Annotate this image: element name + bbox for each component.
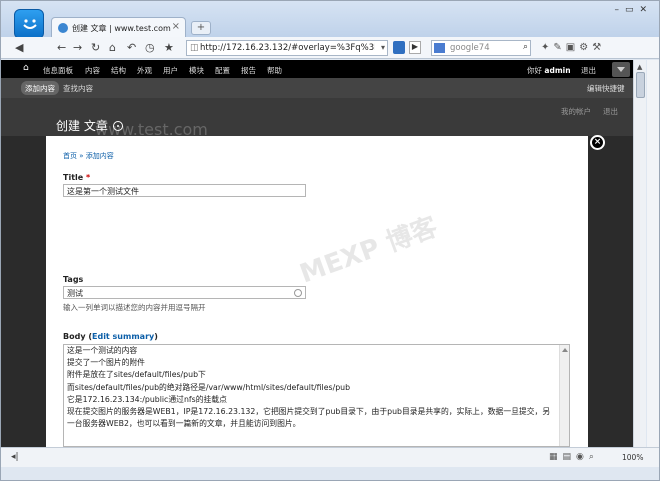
body-label: Body (Edit summary) bbox=[63, 332, 158, 341]
home-icon[interactable]: ⌂ bbox=[109, 41, 116, 54]
search-icon[interactable]: ⌕ bbox=[523, 42, 528, 52]
body-textarea[interactable]: 这是一个测试的内容 提交了一个图片的附件 附件是放在了sites/default… bbox=[63, 344, 570, 447]
window-bottom-edge bbox=[1, 467, 659, 480]
admin-menu-appearance[interactable]: 外观 bbox=[137, 65, 152, 76]
puzzle-icon[interactable]: ✦ bbox=[541, 42, 553, 53]
admin-menu-help[interactable]: 帮助 bbox=[267, 65, 282, 76]
status-icons[interactable]: ▦▤◉⌕ bbox=[549, 452, 599, 462]
sidebar-toggle-icon[interactable]: ◂| bbox=[11, 452, 19, 462]
admin-toolbar: ⌂ 信息面板 内容 结构 外观 用户 模块 配置 报告 帮助 你好 admin … bbox=[1, 60, 633, 78]
window-edge bbox=[647, 60, 659, 447]
tab-favicon-icon bbox=[58, 23, 68, 33]
admin-menu-dashboard[interactable]: 信息面板 bbox=[43, 65, 73, 76]
window-controls[interactable]: –▭✕ bbox=[614, 5, 653, 15]
title-input[interactable]: 这是第一个测试文件 bbox=[63, 184, 306, 197]
tab-close-icon[interactable]: × bbox=[172, 21, 180, 32]
undo-icon[interactable]: ↶ bbox=[127, 41, 136, 54]
shortcut-bar: 添加内容 查找内容 编辑快捷键 bbox=[1, 78, 633, 98]
settings-icon[interactable]: ⚙ bbox=[579, 42, 592, 53]
tool-icon[interactable]: ✎ bbox=[553, 42, 565, 53]
url-dropdown-icon[interactable]: ▾ bbox=[381, 43, 385, 52]
title-bar: 创建 文章 | www.test.com × + –▭✕ bbox=[1, 1, 659, 39]
site-logout-link[interactable]: 退出 bbox=[603, 106, 618, 117]
shortcut-add-content[interactable]: 添加内容 bbox=[21, 81, 59, 95]
tab-title: 创建 文章 | www.test.com bbox=[72, 24, 171, 33]
new-tab-button[interactable]: + bbox=[191, 21, 211, 35]
tags-input[interactable]: 测试 bbox=[63, 286, 306, 299]
body-line: 这是一个测试的内容 bbox=[67, 346, 138, 355]
admin-menu-config[interactable]: 配置 bbox=[215, 65, 230, 76]
scroll-thumb[interactable] bbox=[636, 72, 645, 98]
add-shortcut-icon[interactable] bbox=[112, 121, 123, 131]
body-line: 而sites/default/files/pub的绝对路径是/var/www/h… bbox=[67, 382, 351, 392]
page-icon[interactable]: ▤ bbox=[563, 452, 577, 462]
breadcrumb[interactable]: 首页 » 添加内容 bbox=[63, 151, 114, 161]
browser-logo-icon bbox=[14, 9, 44, 39]
browser-toolbar: ◀ ← → ↻ ⌂ ↶ ◷ ★ ◫ http://172.16.23.132/#… bbox=[1, 37, 659, 59]
tags-description: 输入一列单词以描述您的内容并用逗号隔开 bbox=[63, 303, 206, 312]
shortcut-find-content[interactable]: 查找内容 bbox=[63, 83, 93, 94]
admin-menu-structure[interactable]: 结构 bbox=[111, 65, 126, 76]
zoom-level[interactable]: 100% bbox=[622, 453, 643, 462]
body-line: 提交了一个图片的附件 bbox=[67, 358, 145, 368]
my-account-link[interactable]: 我的帐户 bbox=[561, 106, 591, 117]
body-line: 它是172.16.23.134:/public通过nfs的挂载点 bbox=[67, 394, 227, 404]
textarea-scrollbar[interactable] bbox=[559, 345, 569, 446]
body-line: 一台服务器WEB2，也可以看到一篇新的文章，并且能访问到图片。 bbox=[67, 419, 301, 429]
compat-view-icon[interactable]: ▦ bbox=[549, 452, 563, 462]
close-window-icon[interactable]: ✕ bbox=[639, 5, 653, 15]
autocomplete-icon bbox=[294, 289, 302, 297]
tags-label: Tags bbox=[63, 275, 84, 284]
search-engine-icon[interactable] bbox=[434, 43, 445, 53]
body-line: 附件是放在了sites/default/files/pub下 bbox=[67, 370, 206, 380]
admin-menu-modules[interactable]: 模块 bbox=[189, 65, 204, 76]
scroll-up-icon[interactable]: ▲ bbox=[637, 63, 642, 71]
search-box[interactable]: google74 ⌕ bbox=[431, 40, 531, 56]
web-page: ⌂ 信息面板 内容 结构 外观 用户 模块 配置 报告 帮助 你好 admin … bbox=[1, 60, 633, 447]
browser-tab[interactable]: 创建 文章 | www.test.com × bbox=[51, 17, 186, 38]
zoom-icon[interactable]: ⌕ bbox=[589, 452, 599, 462]
url-text[interactable]: http://172.16.23.132/#overlay=%3Fq%3Dnod… bbox=[200, 43, 375, 53]
go-icon[interactable]: ▶ bbox=[409, 41, 421, 54]
maximize-icon[interactable]: ▭ bbox=[625, 5, 640, 15]
body-line: 现在提交图片的服务器是WEB1，IP是172.16.23.132，它把图片提交到… bbox=[67, 407, 551, 417]
title-label: Title * bbox=[63, 173, 91, 182]
overlay-title: 创建 文章 bbox=[56, 117, 123, 134]
shortcut-toggle-button[interactable] bbox=[612, 62, 630, 77]
form-panel: 首页 » 添加内容 Title * 这是第一个测试文件 Tags 测试 输入一列… bbox=[46, 136, 588, 447]
back-icon[interactable]: ◀ bbox=[15, 41, 23, 54]
bookmark-star-icon[interactable]: ★ bbox=[164, 41, 174, 54]
edit-summary-link[interactable]: Edit summary bbox=[92, 332, 154, 341]
history-icon[interactable]: ◷ bbox=[145, 41, 155, 54]
overlay-close-icon[interactable]: × bbox=[590, 135, 605, 150]
admin-menu-reports[interactable]: 报告 bbox=[241, 65, 256, 76]
admin-menu-people[interactable]: 用户 bbox=[163, 65, 178, 76]
minimize-icon[interactable]: – bbox=[614, 5, 625, 15]
admin-logout-link[interactable]: 退出 bbox=[581, 65, 596, 76]
forward-icon[interactable]: → bbox=[73, 41, 82, 54]
edit-shortcuts-link[interactable]: 编辑快捷键 bbox=[587, 83, 625, 94]
greeting: 你好 admin bbox=[527, 66, 571, 75]
username-link[interactable]: admin bbox=[544, 66, 570, 75]
admin-menu-content[interactable]: 内容 bbox=[85, 65, 100, 76]
compat-icon[interactable] bbox=[393, 41, 405, 54]
search-input[interactable]: google74 bbox=[450, 43, 490, 53]
tools-icon[interactable]: ⚒ bbox=[592, 42, 605, 53]
address-bar[interactable]: ◫ http://172.16.23.132/#overlay=%3Fq%3Dn… bbox=[186, 40, 388, 56]
page-scrollbar[interactable]: ▲ bbox=[633, 60, 646, 447]
addon-icons[interactable]: ✦✎▣⚙⚒ bbox=[541, 42, 605, 53]
home-icon[interactable]: ⌂ bbox=[23, 63, 29, 73]
reload-icon[interactable]: ↻ bbox=[91, 41, 100, 54]
camera-icon[interactable]: ▣ bbox=[566, 42, 579, 53]
back-arrow-icon[interactable]: ← bbox=[57, 41, 66, 54]
status-bar: ◂| ▦▤◉⌕ 100% bbox=[1, 447, 659, 467]
sound-icon[interactable]: ◉ bbox=[576, 452, 589, 462]
page-icon: ◫ bbox=[190, 43, 199, 53]
